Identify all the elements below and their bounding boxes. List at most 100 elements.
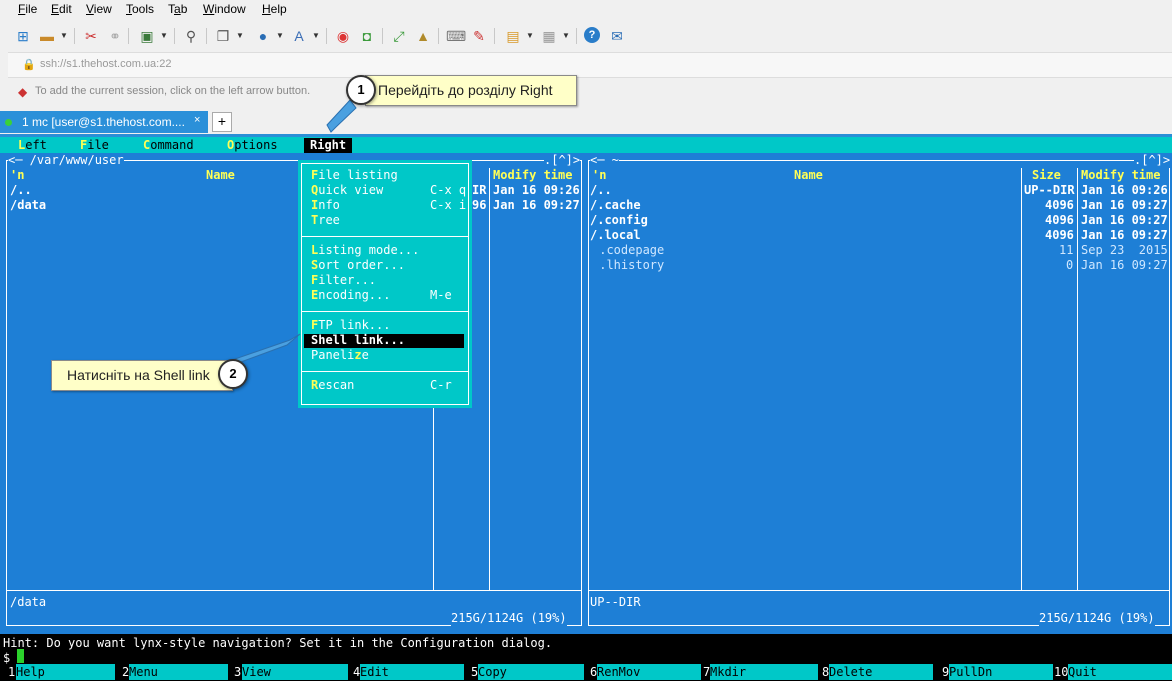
fkey-menu[interactable]: 2 Menu [117, 664, 234, 680]
globe-icon[interactable]: ● [254, 27, 272, 45]
menu-item-file-listing[interactable]: File listing [311, 168, 398, 183]
file-row-name[interactable]: /.config [590, 213, 648, 228]
mc-menu-file[interactable]: File [80, 138, 109, 153]
right-col-modify[interactable]: Modify time [1081, 168, 1160, 183]
file-row-name[interactable]: /.cache [590, 198, 641, 213]
add-folder-icon[interactable]: ▤ [504, 27, 522, 45]
fkey-delete[interactable]: 8 Delete [820, 664, 937, 680]
callout-1-badge: 1 [346, 75, 376, 105]
file-row-name[interactable]: /data [10, 198, 46, 213]
file-row-time: Jan 16 09:27 [1081, 228, 1168, 242]
file-row-name[interactable]: .lhistory [592, 258, 664, 273]
left-col-name[interactable]: Name [206, 168, 235, 183]
fkey-help[interactable]: 1 Help [0, 664, 117, 680]
menu-tools[interactable]: Tools [126, 2, 154, 16]
chat-icon[interactable]: ✉ [608, 27, 626, 45]
menu-file[interactable]: File [18, 2, 37, 16]
reconnect-icon[interactable]: ⚭ [106, 27, 124, 45]
menu-item-sort-order[interactable]: Sort order... [311, 258, 405, 273]
session-settings-icon[interactable]: ▣ [138, 27, 156, 45]
menu-item-encoding[interactable]: Encoding... [311, 288, 390, 303]
chevron-down-icon[interactable]: ▼ [276, 27, 284, 45]
menu-edit[interactable]: Edit [51, 2, 72, 16]
mc-menu-right[interactable]: Right [304, 138, 353, 153]
menu-item-info[interactable]: Info [311, 198, 340, 213]
chevron-down-icon[interactable]: ▼ [562, 27, 570, 45]
right-panel[interactable]: <─ ~ .[^]> 'n Name Size Modify time /.. … [584, 153, 1172, 634]
mc-menu-left[interactable]: Left [18, 138, 47, 153]
right-col-size[interactable]: Size [1032, 168, 1061, 183]
fkey-pulldn[interactable]: 9 PullDn [937, 664, 1054, 680]
chevron-down-icon[interactable]: ▼ [60, 27, 68, 45]
fkey-quit[interactable]: 10 Quit [1054, 664, 1172, 680]
menu-item-panelize[interactable]: Panelize [311, 348, 369, 363]
file-row-name[interactable]: /.. [10, 183, 32, 198]
font-icon[interactable]: A [290, 27, 308, 45]
fkey-copy[interactable]: 5 Copy [469, 664, 587, 680]
chevron-down-icon[interactable]: ▼ [236, 27, 244, 45]
divider [494, 28, 495, 44]
file-row-name[interactable]: /.local [590, 228, 641, 243]
fkey-mkdir[interactable]: 7 Mkdir [703, 664, 820, 680]
menu-tab[interactable]: Tab [168, 2, 187, 16]
new-session-icon[interactable]: ⊞ [14, 27, 32, 45]
menu-item-rescan[interactable]: Rescan [311, 378, 354, 393]
disconnect-icon[interactable]: ✂ [82, 27, 100, 45]
search-icon[interactable]: ⚲ [182, 27, 200, 45]
file-row-size: 4096 [1045, 228, 1074, 242]
left-panel-status: /data [10, 595, 47, 609]
tab-session[interactable]: 1 mc [user@s1.thehost.com.... × [0, 111, 208, 133]
menu-item-tree[interactable]: Tree [311, 213, 340, 228]
menu-item-shell-link[interactable]: Shell link... [311, 333, 405, 348]
file-row-size: 4096 [1045, 213, 1074, 227]
file-row-size: 11 [1059, 243, 1074, 257]
left-panel-corner[interactable]: .[^]> [544, 153, 581, 168]
address-url: ssh://s1.thehost.com.ua:22 [40, 58, 172, 70]
chevron-down-icon[interactable]: ▼ [526, 27, 534, 45]
swirl-icon[interactable]: ◉ [334, 27, 352, 45]
fkey-edit[interactable]: 4 Edit [351, 664, 469, 680]
menu-item-filter[interactable]: Filter... [311, 273, 376, 288]
right-panel-corner[interactable]: .[^]> [1134, 153, 1171, 168]
fkey-renmov[interactable]: 6 RenMov [587, 664, 703, 680]
new-tab-button[interactable]: + [212, 112, 232, 132]
help-icon[interactable]: ? [584, 27, 600, 43]
close-icon[interactable]: × [194, 114, 200, 126]
left-panel[interactable]: <─ /var/www/user .[^]> 'n Name Modify ti… [0, 153, 584, 634]
right-col-name[interactable]: Name [794, 168, 823, 183]
terminal[interactable]: Left File Command Options Right <─ /var/… [0, 137, 1172, 681]
mc-hint-line: Hint: Do you want lynx-style navigation?… [3, 636, 553, 650]
copy-icon[interactable]: ❐ [214, 27, 232, 45]
menu-item-ftp-link[interactable]: FTP link... [311, 318, 390, 333]
divider [128, 28, 129, 44]
mc-menu-command[interactable]: Command [143, 138, 194, 153]
menu-item-listing-mode[interactable]: Listing mode... [311, 243, 419, 258]
right-panel-disk: 215G/1124G (19%) [1039, 611, 1155, 626]
fullscreen-icon[interactable]: ⤢ [390, 27, 408, 45]
menu-item-shortcut: C-r [430, 378, 452, 392]
lock-icon[interactable]: ▲ [414, 27, 432, 45]
mc-menubar: Left File Command Options Right [0, 137, 1172, 153]
divider [589, 590, 1169, 591]
mc-menu-options[interactable]: Options [227, 138, 278, 153]
fkey-view[interactable]: 3 View [234, 664, 351, 680]
menu-view[interactable]: View [86, 2, 112, 16]
function-key-bar: 1 Help 2 Menu 3 View 4 Edit 5 Copy 6 RenMov 7M… [0, 664, 1172, 680]
file-row-name[interactable]: /.. [590, 183, 612, 198]
file-row-name[interactable]: .codepage [592, 243, 664, 258]
open-folder-icon[interactable]: ▬ [38, 27, 56, 45]
chevron-down-icon[interactable]: ▼ [160, 27, 168, 45]
layout-icon[interactable]: ▦ [540, 27, 558, 45]
keyboard-icon[interactable]: ⌨ [446, 27, 466, 45]
tools-icon[interactable]: ✎ [470, 27, 488, 45]
menu-item-quick-view[interactable]: Quick view [311, 183, 383, 198]
column-divider [1021, 168, 1022, 590]
chevron-down-icon[interactable]: ▼ [312, 27, 320, 45]
sftp-icon[interactable]: ◘ [358, 27, 376, 45]
left-col-modify[interactable]: Modify time [493, 168, 572, 183]
callout-2: Натисніть на Shell link [51, 360, 233, 391]
panel-frame [6, 160, 582, 626]
menu-window[interactable]: Window [203, 2, 246, 16]
address-bar[interactable]: 🔒 ssh://s1.thehost.com.ua:22 [8, 52, 1172, 78]
menu-help[interactable]: Help [262, 2, 287, 16]
